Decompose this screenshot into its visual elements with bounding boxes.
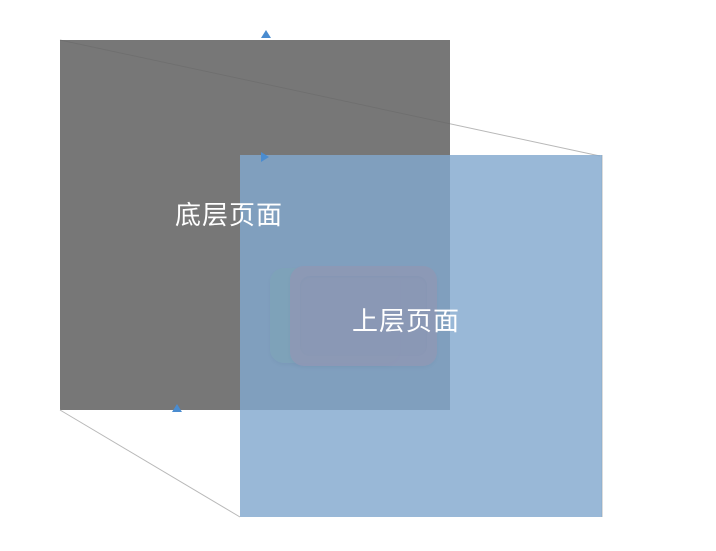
top-layer-box [240,155,602,517]
marker-triangle-top [261,30,271,38]
diagram-canvas: 底层页面 上层页面 [0,0,716,551]
